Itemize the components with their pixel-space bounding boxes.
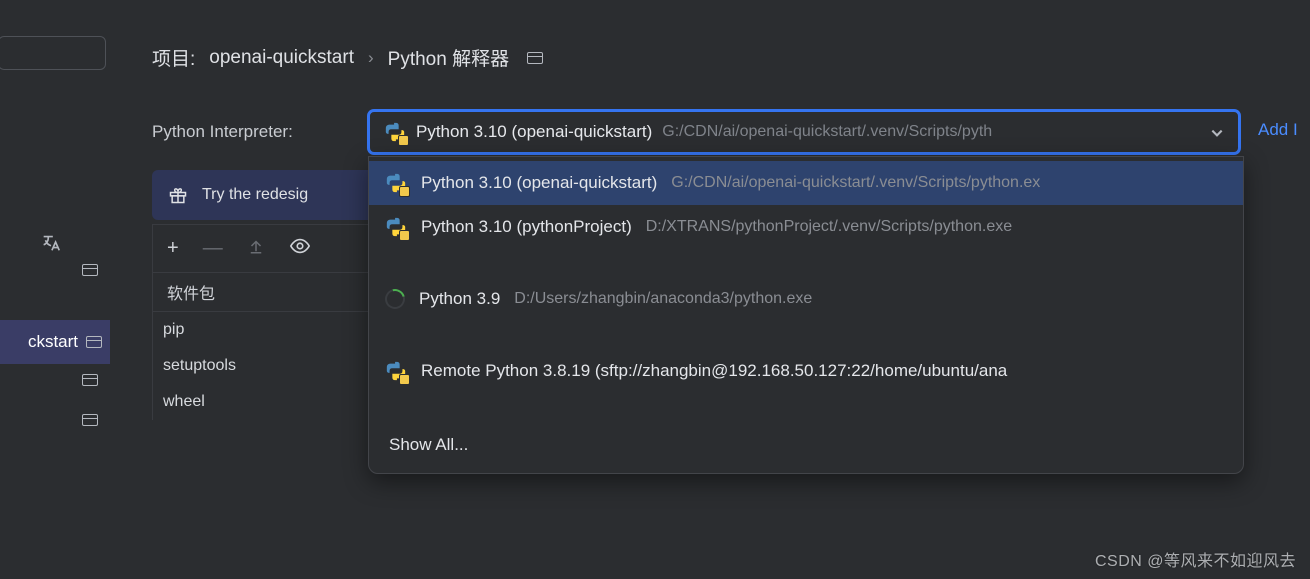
window-icon — [82, 264, 98, 276]
option-path: D:/XTRANS/pythonProject/.venv/Scripts/py… — [646, 218, 1012, 236]
breadcrumb-separator: › — [368, 48, 374, 68]
spacer — [369, 393, 1243, 421]
loading-spinner-icon — [381, 285, 408, 312]
window-icon — [82, 414, 98, 426]
breadcrumb-project[interactable]: openai-quickstart — [209, 47, 354, 69]
window-icon — [527, 52, 543, 64]
add-interpreter-link[interactable]: Add I — [1258, 120, 1298, 140]
sidebar-item-project[interactable]: ckstart — [0, 320, 110, 364]
interpreter-option[interactable]: Remote Python 3.8.19 (sftp://zhangbin@19… — [369, 349, 1243, 393]
packages-header-label: 软件包 — [167, 280, 215, 304]
language-icon[interactable] — [40, 232, 62, 259]
interpreter-name: Python 3.10 (openai-quickstart) — [416, 122, 652, 142]
chevron-down-icon — [1210, 126, 1224, 140]
interpreter-path: G:/CDN/ai/openai-quickstart/.venv/Script… — [662, 123, 992, 141]
python-icon — [385, 216, 407, 238]
interpreter-option[interactable]: Python 3.10 (pythonProject) D:/XTRANS/py… — [369, 205, 1243, 249]
interpreter-dropdown[interactable]: Python 3.10 (openai-quickstart) G:/CDN/a… — [368, 110, 1240, 154]
sidebar-project-label: ckstart — [28, 332, 78, 352]
interpreter-option[interactable]: Python 3.9 D:/Users/zhangbin/anaconda3/p… — [369, 277, 1243, 321]
interpreter-option[interactable]: Python 3.10 (openai-quickstart) G:/CDN/a… — [369, 161, 1243, 205]
remove-package-button[interactable]: — — [203, 237, 223, 260]
show-all-button[interactable]: Show All... — [369, 421, 1243, 467]
interpreter-dropdown-popup: Python 3.10 (openai-quickstart) G:/CDN/a… — [368, 156, 1244, 474]
breadcrumb-prefix: 项目: — [152, 44, 195, 71]
option-title: Python 3.10 (pythonProject) — [421, 217, 632, 237]
upgrade-package-button[interactable] — [247, 237, 265, 261]
python-icon — [385, 172, 407, 194]
python-icon — [384, 121, 406, 143]
package-name: wheel — [163, 393, 205, 411]
window-icon — [86, 336, 102, 348]
package-name: pip — [163, 321, 184, 339]
interpreter-label: Python Interpreter: — [152, 122, 293, 142]
option-path: G:/CDN/ai/openai-quickstart/.venv/Script… — [671, 174, 1040, 192]
gift-icon — [168, 185, 188, 205]
option-title: Python 3.9 — [419, 289, 500, 309]
package-name: setuptools — [163, 357, 236, 375]
window-icon — [82, 374, 98, 386]
python-icon — [385, 360, 407, 382]
option-path: D:/Users/zhangbin/anaconda3/python.exe — [514, 290, 812, 308]
watermark: CSDN @等风来不如迎风去 — [1095, 547, 1296, 571]
spacer — [369, 249, 1243, 277]
search-input-stub[interactable] — [0, 36, 106, 70]
left-panel: ckstart — [0, 0, 110, 579]
spacer — [369, 321, 1243, 349]
breadcrumb-page[interactable]: Python 解释器 — [388, 44, 509, 71]
eye-icon[interactable] — [289, 235, 311, 263]
option-title: Python 3.10 (openai-quickstart) — [421, 173, 657, 193]
add-package-button[interactable]: + — [167, 237, 179, 260]
promo-text: Try the redesig — [202, 186, 308, 204]
breadcrumb: 项目: openai-quickstart › Python 解释器 — [152, 44, 543, 71]
option-title: Remote Python 3.8.19 (sftp://zhangbin@19… — [421, 361, 1007, 381]
